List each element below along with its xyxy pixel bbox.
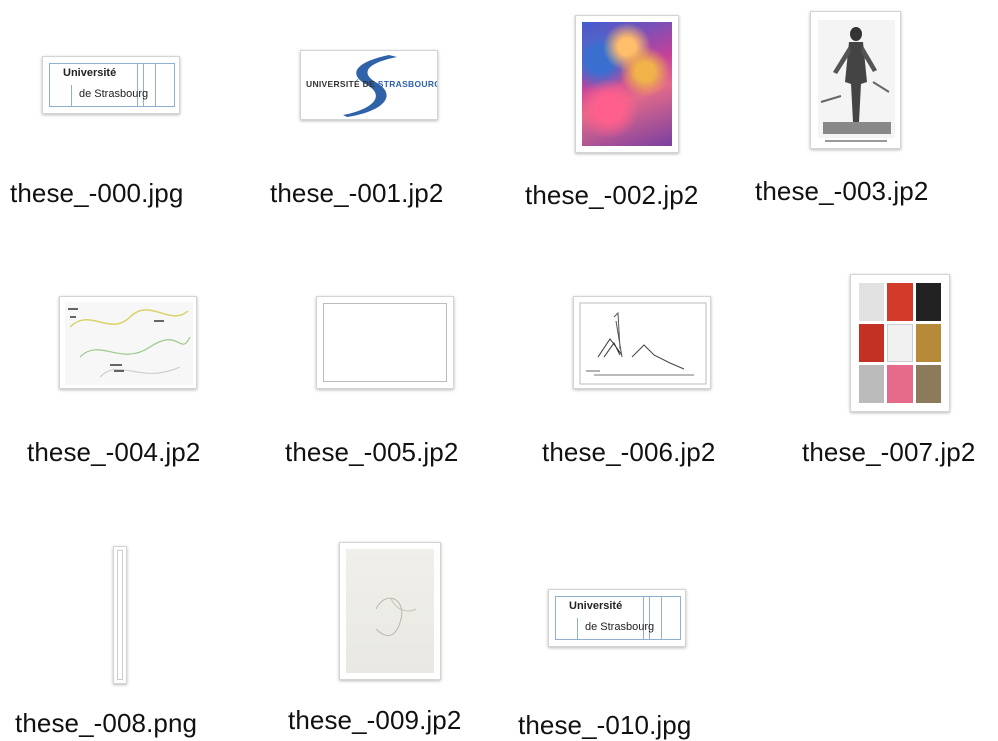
logo-line1: Université xyxy=(63,67,117,79)
logo-line xyxy=(661,596,662,640)
logo-line2: de Strasbourg xyxy=(79,88,149,100)
logo-line1: Université xyxy=(569,600,623,612)
university-logo-icon[interactable]: Université de Strasbourg xyxy=(548,589,686,647)
book-covers-grid-icon[interactable] xyxy=(850,274,950,412)
banner-part2: STRASBOURG xyxy=(377,79,438,89)
file-name: these_-009.jp2 xyxy=(288,705,462,735)
university-logo-icon[interactable]: Université de Strasbourg xyxy=(42,56,180,114)
banner-part1: UNIVERSITÉ DE xyxy=(306,79,378,89)
sketch-lines xyxy=(579,302,707,385)
logo-line xyxy=(577,618,578,640)
file-name: these_-004.jp2 xyxy=(27,437,201,467)
blank-page-frame xyxy=(323,303,447,382)
file-name: these_-002.jp2 xyxy=(525,180,699,210)
logo-line xyxy=(649,596,650,640)
painting-image xyxy=(582,22,672,146)
logo-line2: de Strasbourg xyxy=(585,621,655,633)
logo-line xyxy=(143,63,144,107)
file-name: these_-008.png xyxy=(15,708,198,738)
map-icon[interactable] xyxy=(59,296,197,389)
sketch-drawing-icon[interactable] xyxy=(573,296,711,389)
strip-inner xyxy=(117,550,123,680)
logo-line xyxy=(643,596,644,640)
file-name: these_-007.jp2 xyxy=(802,437,976,467)
covers-grid xyxy=(859,283,941,403)
strasbourg-banner-icon[interactable]: UNIVERSITÉ DE STRASBOURG xyxy=(300,50,438,120)
painting-icon[interactable] xyxy=(575,15,679,153)
logo-line xyxy=(71,85,72,107)
file-name: these_-001.jp2 xyxy=(270,178,444,208)
file-name: these_-005.jp2 xyxy=(285,437,459,467)
file-name: these_-000.jpg xyxy=(10,178,184,208)
logo-line xyxy=(155,63,156,107)
banner-text: UNIVERSITÉ DE STRASBOURG xyxy=(306,79,438,89)
sketch-paper xyxy=(346,549,434,673)
narrow-strip-icon[interactable] xyxy=(113,546,127,684)
file-name: these_-010.jpg xyxy=(518,710,692,740)
map-drawing xyxy=(65,302,193,385)
anatomy-engraving-icon[interactable] xyxy=(810,11,901,149)
pencil-sketch-icon[interactable] xyxy=(339,542,441,680)
logo-line xyxy=(137,63,138,107)
blank-page-icon[interactable] xyxy=(316,296,454,389)
file-name: these_-003.jp2 xyxy=(755,176,929,206)
engraving-figure xyxy=(818,20,895,142)
file-name: these_-006.jp2 xyxy=(542,437,716,467)
